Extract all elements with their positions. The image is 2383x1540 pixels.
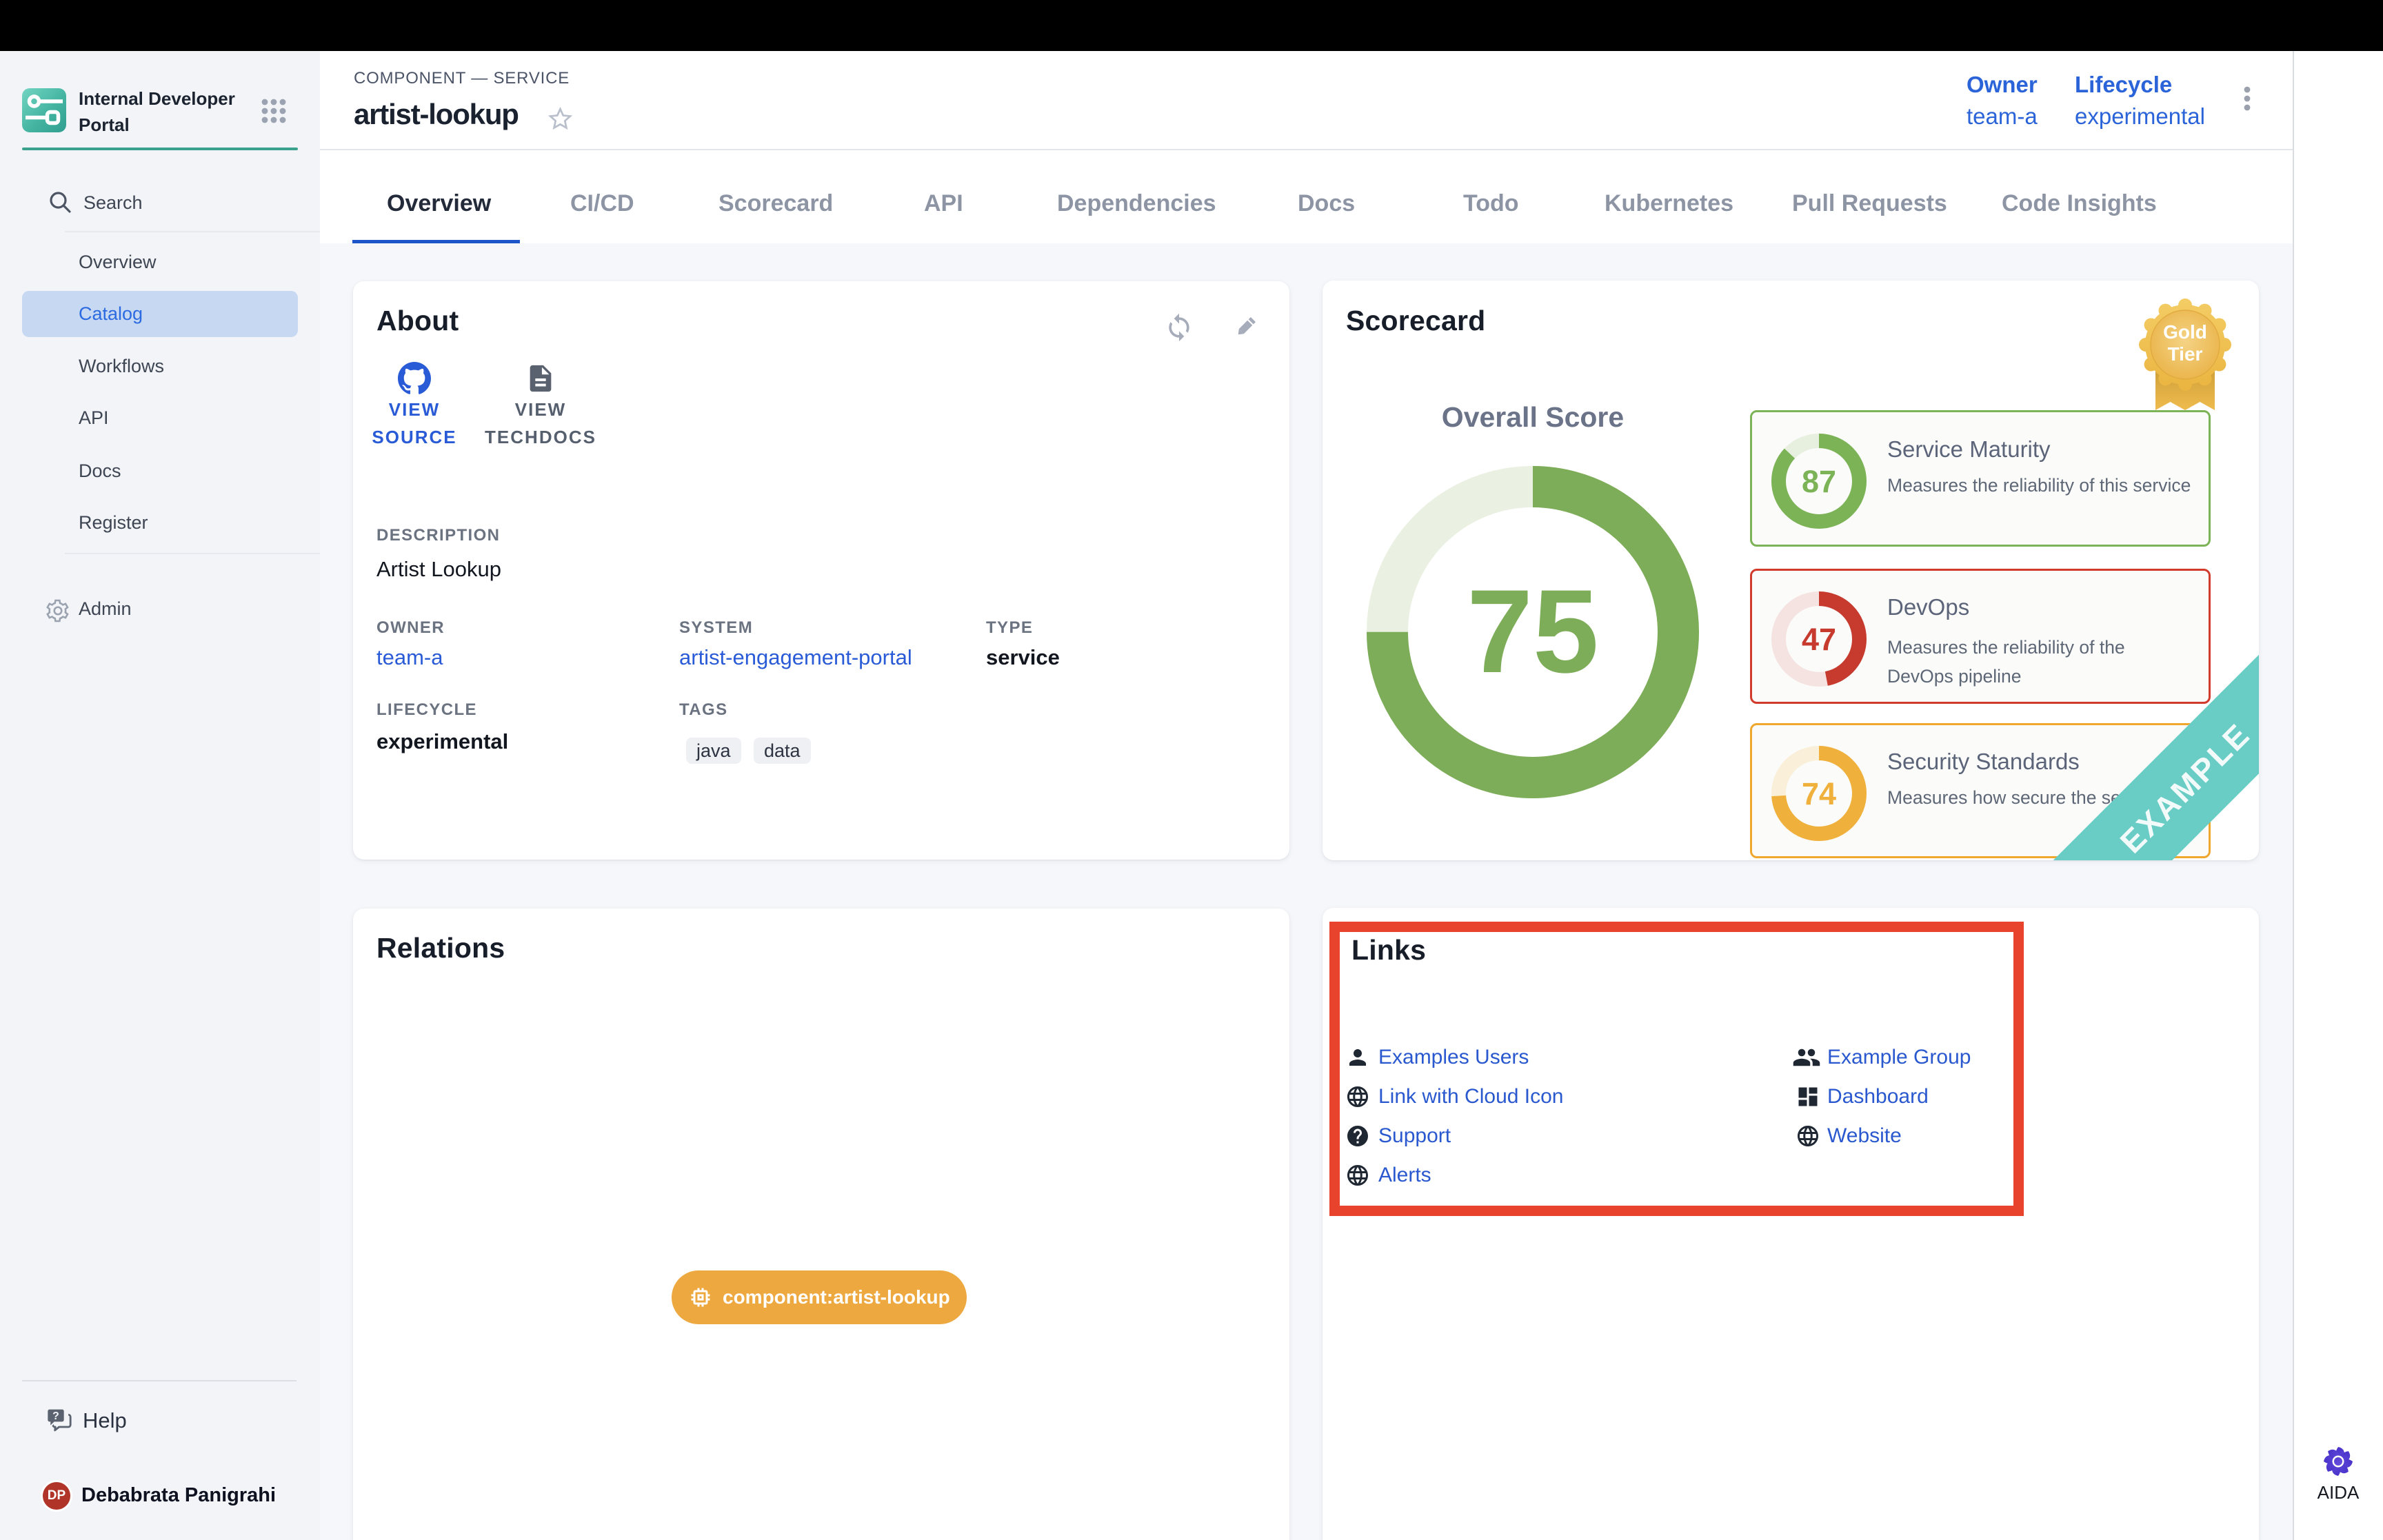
svg-text:?: ? — [52, 1410, 59, 1422]
svg-text:Gold: Gold — [2163, 321, 2207, 343]
svg-text:Tier: Tier — [2168, 343, 2203, 365]
